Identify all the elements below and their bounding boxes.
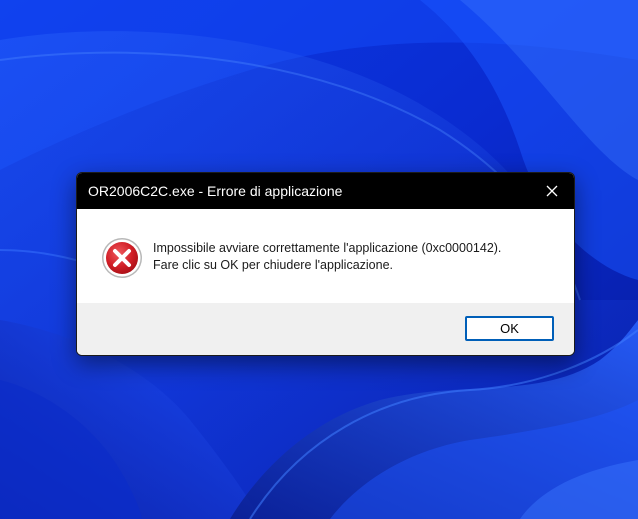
error-dialog: OR2006C2C.exe - Errore di applicazione I…: [76, 172, 575, 356]
dialog-title: OR2006C2C.exe - Errore di applicazione: [88, 183, 343, 199]
dialog-footer: OK: [77, 303, 574, 355]
close-icon: [546, 185, 558, 197]
close-button[interactable]: [530, 173, 574, 209]
dialog-content: Impossibile avviare correttamente l'appl…: [77, 209, 574, 303]
error-message: Impossibile avviare correttamente l'appl…: [153, 240, 501, 274]
error-icon: [102, 238, 142, 278]
error-message-line1: Impossibile avviare correttamente l'appl…: [153, 241, 502, 255]
ok-button[interactable]: OK: [465, 316, 554, 341]
error-message-line2: Fare clic su OK per chiudere l'applicazi…: [153, 258, 394, 272]
dialog-titlebar[interactable]: OR2006C2C.exe - Errore di applicazione: [77, 173, 574, 209]
